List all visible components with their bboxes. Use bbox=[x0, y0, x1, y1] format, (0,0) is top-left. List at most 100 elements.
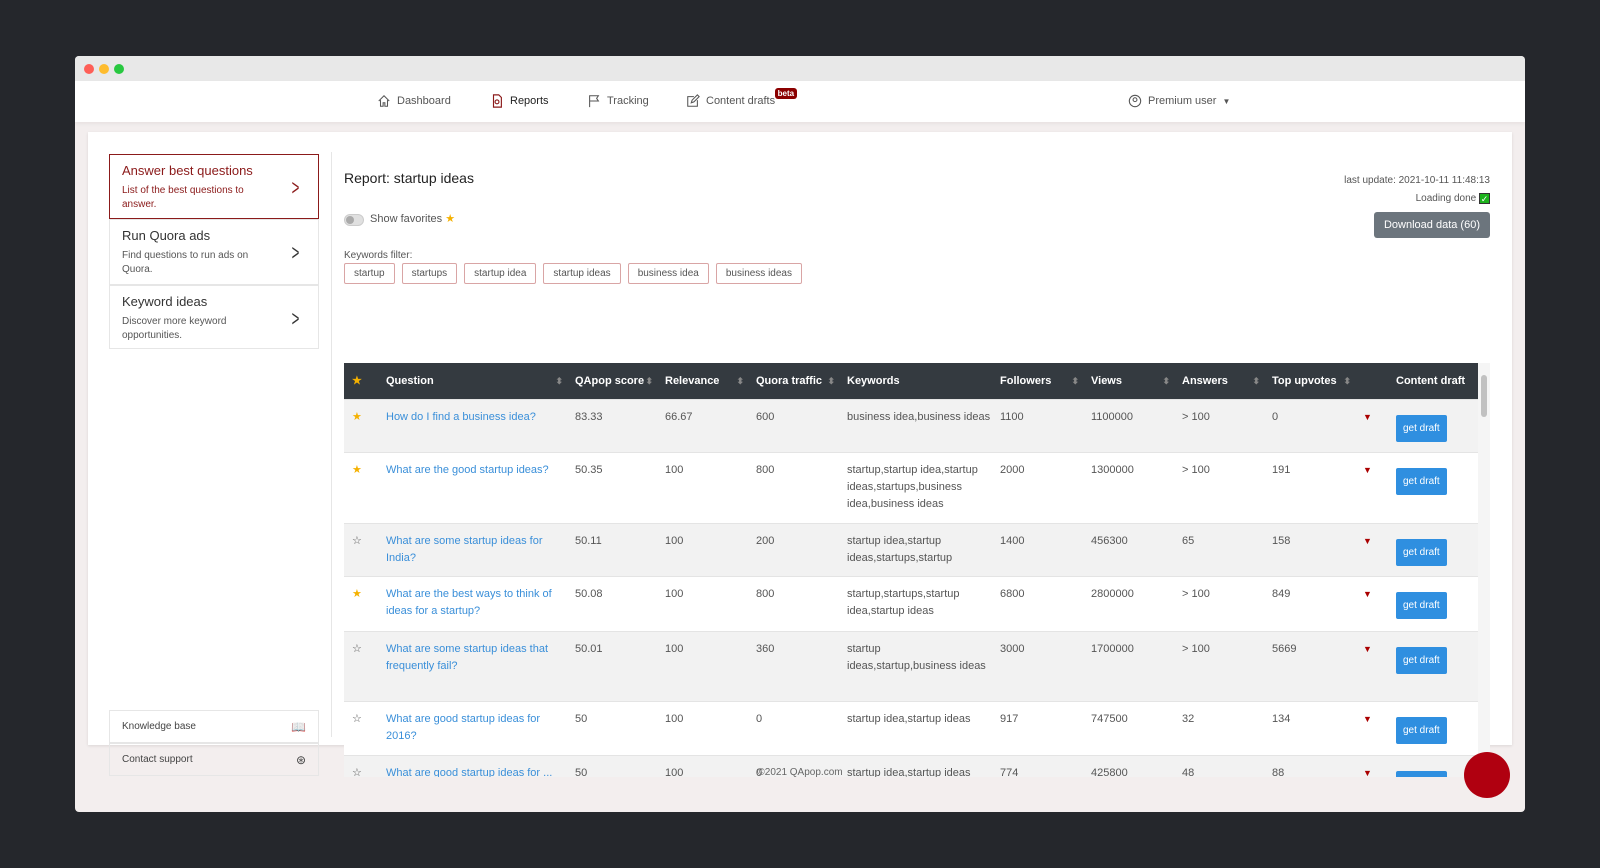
get-draft-button[interactable]: get draft bbox=[1396, 468, 1447, 495]
get-draft-button[interactable]: get draft bbox=[1396, 539, 1447, 566]
expand-cell[interactable]: ▼ bbox=[1355, 577, 1388, 631]
nav-reports[interactable]: Reports bbox=[490, 94, 549, 108]
sort-icon[interactable]: ⬍ bbox=[555, 373, 563, 390]
caret-down-icon[interactable]: ▼ bbox=[1363, 465, 1372, 475]
views-cell: 1100000 bbox=[1083, 400, 1174, 452]
nav-tracking[interactable]: Tracking bbox=[587, 94, 649, 108]
column-header[interactable]: Top upvotes ⬍ bbox=[1264, 373, 1355, 390]
relevance-cell: 66.67 bbox=[657, 400, 748, 452]
maximize-window-button[interactable] bbox=[114, 64, 124, 74]
close-window-button[interactable] bbox=[84, 64, 94, 74]
expand-cell[interactable]: ▼ bbox=[1355, 702, 1388, 755]
column-header[interactable]: Keywords bbox=[839, 373, 992, 390]
star-filled-icon[interactable]: ★ bbox=[352, 411, 362, 423]
show-favorites-toggle[interactable] bbox=[344, 214, 364, 226]
relevance-value: 100 bbox=[665, 713, 684, 725]
favorite-cell[interactable]: ☆ bbox=[344, 632, 378, 701]
top-nav: Dashboard Reports Tracking Content draft… bbox=[75, 81, 1525, 122]
question-link[interactable]: What are some startup ideas for India? bbox=[386, 535, 543, 564]
minimize-window-button[interactable] bbox=[99, 64, 109, 74]
question-link[interactable]: What are the best ways to think of ideas… bbox=[386, 588, 552, 617]
expand-cell[interactable]: ▼ bbox=[1355, 524, 1388, 576]
column-header[interactable]: Quora traffic ⬍ bbox=[748, 373, 839, 390]
caret-down-icon[interactable]: ▼ bbox=[1363, 589, 1372, 599]
keyword-chip[interactable]: startup ideas bbox=[543, 263, 621, 284]
keyword-chip[interactable]: startups bbox=[401, 263, 458, 284]
caret-down-icon[interactable]: ▼ bbox=[1363, 714, 1372, 724]
question-link[interactable]: What are some startup ideas that frequen… bbox=[386, 643, 548, 672]
knowledge-base-link[interactable]: Knowledge base 📖 bbox=[109, 710, 319, 743]
relevance-value: 100 bbox=[665, 464, 684, 476]
favorite-cell[interactable]: ★ bbox=[344, 453, 378, 523]
relevance-value: 66.67 bbox=[665, 411, 693, 423]
table-scrollbar[interactable] bbox=[1478, 363, 1490, 777]
followers-cell: 6800 bbox=[992, 577, 1083, 631]
followers-value: 2000 bbox=[1000, 464, 1025, 476]
relevance-cell: 100 bbox=[657, 632, 748, 701]
sort-icon[interactable]: ⬍ bbox=[1343, 373, 1351, 390]
score-value: 50.01 bbox=[575, 643, 603, 655]
column-header[interactable]: QApop score ⬍ bbox=[567, 373, 657, 390]
sidebar-item-answer-best-questions[interactable]: Answer best questions List of the best qu… bbox=[109, 154, 319, 219]
keyword-chip[interactable]: startup bbox=[344, 263, 395, 284]
keyword-chip[interactable]: business idea bbox=[627, 263, 709, 284]
column-header[interactable]: Question ⬍ bbox=[378, 373, 567, 390]
download-data-button[interactable]: Download data (60) bbox=[1373, 212, 1490, 238]
relevance-cell: 100 bbox=[657, 577, 748, 631]
draft-cell: get draft bbox=[1388, 453, 1478, 523]
get-draft-button[interactable]: get draft bbox=[1396, 647, 1447, 674]
star-outline-icon[interactable]: ☆ bbox=[352, 643, 362, 655]
favorite-cell[interactable]: ☆ bbox=[344, 524, 378, 576]
nav-dashboard[interactable]: Dashboard bbox=[377, 94, 451, 108]
chat-widget-button[interactable] bbox=[1464, 752, 1510, 798]
expand-cell[interactable]: ▼ bbox=[1355, 453, 1388, 523]
favorite-cell[interactable]: ★ bbox=[344, 400, 378, 452]
favorite-cell[interactable]: ☆ bbox=[344, 702, 378, 755]
sort-icon[interactable]: ⬍ bbox=[736, 373, 744, 390]
app-window: Dashboard Reports Tracking Content draft… bbox=[75, 56, 1525, 812]
star-filled-icon[interactable]: ★ bbox=[352, 588, 362, 600]
draft-cell: get draft bbox=[1388, 400, 1478, 452]
get-draft-button[interactable]: get draft bbox=[1396, 717, 1447, 744]
keyword-chip[interactable]: business ideas bbox=[715, 263, 802, 284]
header-label: QApop score bbox=[575, 374, 645, 387]
sort-icon[interactable]: ⬍ bbox=[1162, 373, 1170, 390]
keywords-value: startup idea,startup ideas bbox=[847, 713, 971, 725]
header-label: Question bbox=[386, 374, 434, 387]
star-outline-icon[interactable]: ☆ bbox=[352, 535, 362, 547]
keyword-chip[interactable]: startup idea bbox=[464, 263, 537, 284]
sidebar-item-run-quora-ads[interactable]: Run Quora ads Find questions to run ads o… bbox=[109, 219, 319, 285]
caret-down-icon[interactable]: ▼ bbox=[1363, 412, 1372, 422]
question-link[interactable]: What are good startup ideas for 2016? bbox=[386, 713, 540, 742]
question-link[interactable]: What are the good startup ideas? bbox=[386, 464, 549, 476]
sort-icon[interactable]: ⬍ bbox=[1071, 373, 1079, 390]
header-favorite[interactable]: ★ bbox=[344, 373, 378, 390]
sort-icon[interactable]: ⬍ bbox=[1252, 373, 1260, 390]
question-cell: What are some startup ideas that frequen… bbox=[378, 632, 567, 701]
link-label: Contact support bbox=[122, 754, 193, 765]
column-header[interactable]: Answers ⬍ bbox=[1174, 373, 1264, 390]
get-draft-button[interactable]: get draft bbox=[1396, 415, 1447, 442]
answers-value: > 100 bbox=[1182, 588, 1210, 600]
favorite-cell[interactable]: ★ bbox=[344, 577, 378, 631]
question-link[interactable]: How do I find a business idea? bbox=[386, 411, 536, 423]
scrollbar-thumb[interactable] bbox=[1481, 375, 1487, 417]
sort-icon[interactable]: ⬍ bbox=[645, 373, 653, 390]
expand-cell[interactable]: ▼ bbox=[1355, 632, 1388, 701]
nav-content-drafts[interactable]: Content drafts beta bbox=[686, 88, 798, 108]
caret-down-icon[interactable]: ▼ bbox=[1363, 536, 1372, 546]
star-filled-icon[interactable]: ★ bbox=[352, 464, 362, 476]
sidebar-item-keyword-ideas[interactable]: Keyword ideas Discover more keyword oppor… bbox=[109, 285, 319, 349]
caret-down-icon[interactable]: ▼ bbox=[1363, 644, 1372, 654]
expand-cell[interactable]: ▼ bbox=[1355, 400, 1388, 452]
get-draft-button[interactable]: get draft bbox=[1396, 592, 1447, 619]
table-row: ☆ What are good startup ideas for 2016? 50… bbox=[344, 702, 1478, 756]
sort-icon[interactable]: ⬍ bbox=[827, 373, 835, 390]
column-header[interactable]: Views ⬍ bbox=[1083, 373, 1174, 390]
column-header[interactable]: Followers ⬍ bbox=[992, 373, 1083, 390]
show-favorites-label: Show favorites ★ bbox=[370, 212, 455, 225]
user-menu[interactable]: Premium user ▼ bbox=[1128, 94, 1230, 108]
traffic-cell: 360 bbox=[748, 632, 839, 701]
column-header[interactable]: Relevance ⬍ bbox=[657, 373, 748, 390]
star-outline-icon[interactable]: ☆ bbox=[352, 713, 362, 725]
